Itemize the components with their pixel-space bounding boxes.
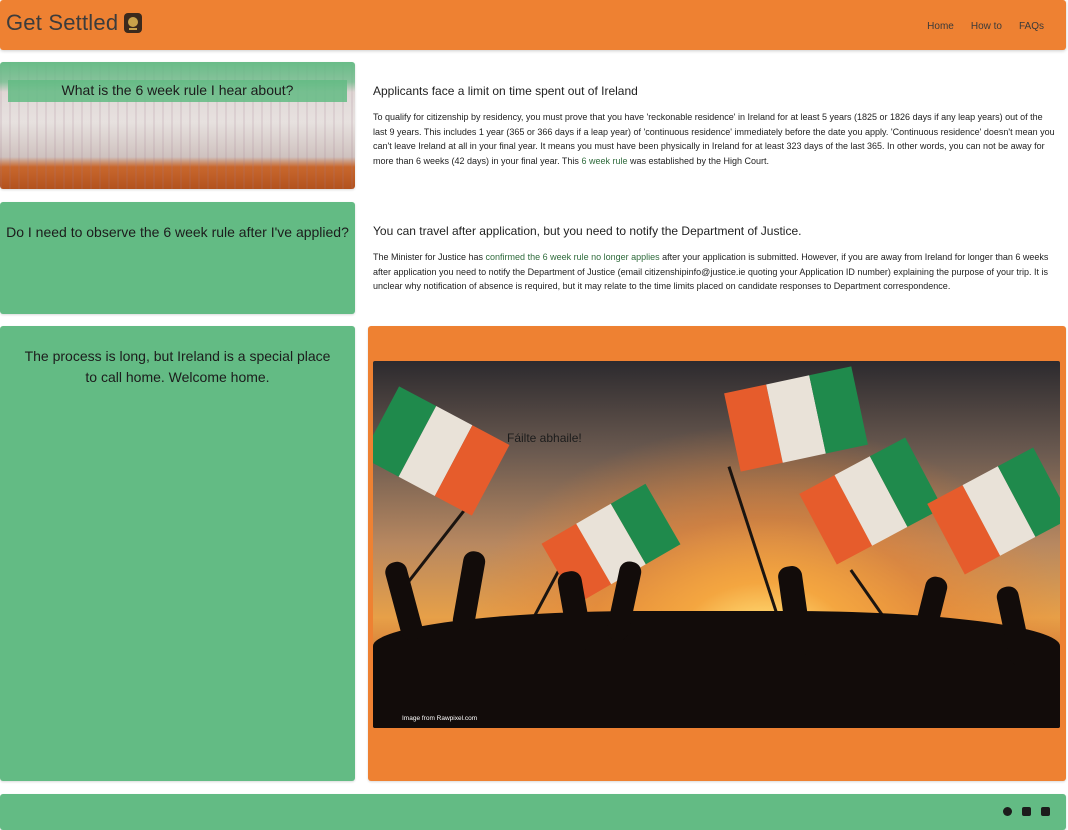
facebook-icon[interactable] — [1003, 807, 1012, 816]
question-text: Do I need to observe the 6 week rule aft… — [6, 224, 349, 240]
instagram-icon[interactable] — [1041, 807, 1050, 816]
photo-caption: Fáilte abhaile! — [507, 431, 582, 445]
irish-flag — [724, 366, 868, 472]
welcome-card: The process is long, but Ireland is a sp… — [0, 326, 355, 781]
social-links — [1003, 807, 1050, 816]
irish-flags-photo: Fáilte abhaile! Image from Rawpixel.com — [373, 361, 1060, 728]
nav-how-to[interactable]: How to — [971, 21, 1002, 32]
question-card-after-applied: Do I need to observe the 6 week rule aft… — [0, 202, 355, 314]
question-text: What is the 6 week rule I hear about? — [61, 82, 294, 98]
site-footer — [0, 794, 1066, 830]
answer-after-applied: You can travel after application, but yo… — [373, 224, 1058, 294]
answer-six-week-rule: Applicants face a limit on time spent ou… — [373, 84, 1058, 168]
nav-faqs[interactable]: FAQs — [1019, 21, 1044, 32]
question-card-six-week-rule: What is the 6 week rule I hear about? — [0, 62, 355, 189]
six-week-rule-link[interactable]: 6 week rule — [581, 156, 627, 166]
photo-card: Fáilte abhaile! Image from Rawpixel.com — [368, 326, 1066, 781]
answer-text-end: was established by the High Court. — [627, 155, 770, 166]
site-header: Get Settled Home How to FAQs — [0, 0, 1066, 50]
main-nav: Home How to FAQs — [927, 21, 1044, 32]
welcome-message: The process is long, but Ireland is a sp… — [24, 348, 331, 385]
crowd-silhouette — [373, 611, 1060, 728]
irish-flag — [373, 386, 510, 516]
passport-icon — [124, 13, 143, 33]
irish-flag — [927, 447, 1060, 575]
answer-heading: You can travel after application, but yo… — [373, 224, 802, 238]
answer-text: The Minister for Justice has — [373, 252, 486, 262]
irish-flag — [799, 437, 943, 565]
answer-body: To qualify for citizenship by residency,… — [373, 110, 1058, 168]
brand-title: Get Settled — [6, 10, 119, 35]
answer-body: The Minister for Justice has confirmed t… — [373, 250, 1058, 294]
youtube-icon[interactable] — [1022, 807, 1031, 816]
photo-credit: Image from Rawpixel.com — [402, 715, 478, 722]
answer-heading: Applicants face a limit on time spent ou… — [373, 84, 638, 98]
confirmed-rule-link[interactable]: confirmed the 6 week rule no longer appl… — [486, 252, 660, 262]
raised-hand — [383, 559, 425, 643]
brand-link[interactable]: Get Settled — [6, 10, 143, 36]
nav-home[interactable]: Home — [927, 21, 954, 32]
